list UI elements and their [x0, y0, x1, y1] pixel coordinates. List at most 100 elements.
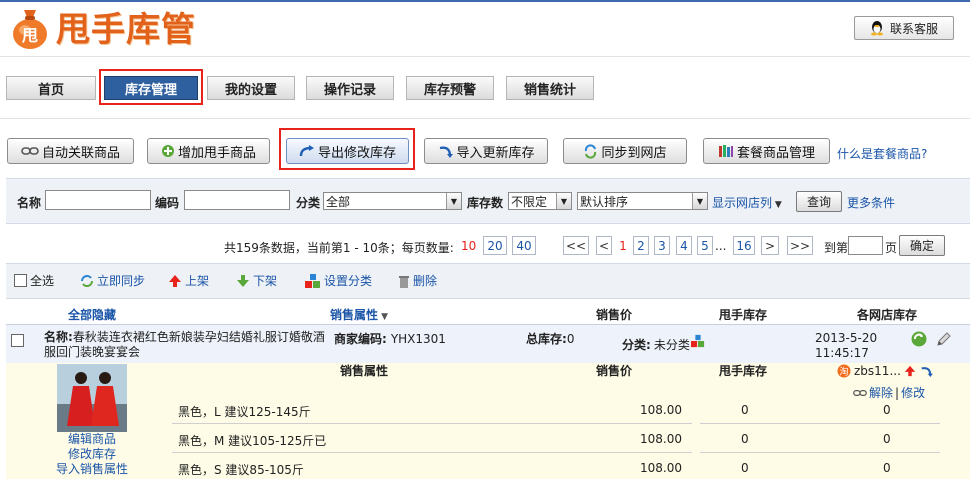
list-down-button[interactable]: 下架 — [236, 272, 277, 289]
list-down-label: 下架 — [253, 274, 278, 288]
tab-operation-log[interactable]: 操作记录 — [306, 76, 394, 100]
sort-select-value: 默认排序 — [580, 194, 629, 209]
page-size-current[interactable]: 10 — [461, 239, 476, 253]
variant-shop-stock: 0 — [883, 432, 891, 446]
tab-inventory-management[interactable]: 库存管理 — [104, 76, 198, 100]
variant-price: 108.00 — [640, 432, 682, 446]
chevron-down-icon: ▼ — [556, 193, 571, 209]
page-1-current[interactable]: 1 — [615, 236, 631, 255]
sync-now-button[interactable]: 立即同步 — [80, 272, 145, 289]
category-select[interactable]: 全部 ▼ — [323, 192, 462, 210]
page-5-link[interactable]: 5 — [697, 236, 713, 255]
goto-confirm-button[interactable]: 确定 — [899, 235, 945, 256]
product-code-label: 商家编码: — [334, 332, 387, 346]
sync-now-label: 立即同步 — [97, 274, 146, 288]
last-page-button[interactable]: >> — [787, 236, 813, 255]
attr-header-label: 销售属性 — [330, 308, 379, 322]
sync-shop-label: 同步到网店 — [601, 145, 667, 161]
goto-page-input[interactable] — [848, 236, 883, 255]
variant-divider — [700, 423, 940, 424]
select-all-checkbox[interactable] — [14, 274, 27, 287]
code-input[interactable] — [184, 190, 290, 210]
page-4-link[interactable]: 4 — [676, 236, 692, 255]
tab-stats-label: 销售统计 — [523, 82, 576, 98]
product-category-block: 分类: 未分类 — [622, 334, 705, 353]
select-all-toggle[interactable]: 全选 — [14, 272, 54, 289]
category-edit-icon[interactable] — [690, 334, 705, 348]
prev-page-button[interactable]: < — [596, 236, 612, 255]
page-3-link[interactable]: 3 — [654, 236, 670, 255]
logo-bag-char: 甩 — [21, 26, 38, 45]
set-category-button[interactable]: 设置分类 — [305, 272, 372, 289]
import-update-stock-button[interactable]: 导入更新库存 — [424, 138, 548, 164]
tab-home[interactable]: 首页 — [6, 76, 96, 100]
auto-link-products-button[interactable]: 自动关联商品 — [7, 138, 134, 164]
variant-attr: 黑色，M 建议105-125斤已 — [178, 434, 327, 448]
export-label: 导出修改库存 — [317, 145, 396, 161]
import-attr-link[interactable]: 导入销售属性 — [50, 462, 134, 477]
shop-name: zbs11... — [854, 364, 901, 378]
modify-link[interactable]: 修改 — [901, 384, 925, 401]
tab-sales-stats[interactable]: 销售统计 — [506, 76, 594, 100]
first-page-button[interactable]: << — [563, 236, 589, 255]
show-shop-columns-link[interactable]: 显示网店列 ▼ — [712, 194, 782, 211]
set-category-label: 设置分类 — [324, 274, 373, 288]
refresh-green-icon[interactable] — [911, 331, 927, 347]
bundle-products-button[interactable]: 套餐商品管理 — [703, 138, 830, 164]
category-label: 分类 — [296, 196, 321, 210]
caret-down-icon: ▼ — [772, 200, 782, 210]
what-is-bundle-link[interactable]: 什么是套餐商品? — [837, 145, 927, 162]
taobao-shop-icon: 淘 — [837, 364, 851, 378]
sort-by-attr-header[interactable]: 销售属性 ▼ — [330, 306, 388, 323]
product-category: 未分类 — [653, 338, 690, 352]
page-16-link[interactable]: 16 — [733, 236, 755, 255]
variant-attr: 黑色，S 建议85-105斤 — [178, 463, 304, 477]
query-button[interactable]: 查询 — [796, 191, 842, 212]
stock-select-value: 不限定 — [511, 194, 548, 209]
import-arrow-icon — [440, 146, 454, 158]
pencil-edit-icon[interactable] — [936, 331, 952, 347]
product-links: 编辑商品 修改库存 导入销售属性 — [50, 432, 134, 477]
next-page-button[interactable]: > — [761, 236, 779, 255]
money-bag-logo-icon: 甩 — [13, 10, 47, 49]
contact-support-button[interactable]: 联系客服 — [854, 16, 954, 40]
variant-stock: 0 — [741, 461, 749, 475]
stock-count-label: 库存数 — [467, 196, 504, 210]
brand-name: 甩手库管 — [56, 10, 196, 50]
sync-to-shop-button[interactable]: 同步到网店 — [563, 138, 687, 164]
page-size-40[interactable]: 40 — [512, 236, 536, 255]
add-green-icon — [161, 145, 174, 157]
page-unit-label: 页 — [885, 241, 898, 255]
shop-link-block: 淘 zbs11... — [837, 364, 933, 378]
sync-arrow-icon[interactable] — [919, 365, 933, 377]
page-2-link[interactable]: 2 — [633, 236, 649, 255]
export-modify-stock-button[interactable]: 导出修改库存 — [286, 138, 409, 164]
product-row-checkbox[interactable] — [11, 334, 24, 347]
tab-alert-label: 库存预警 — [423, 82, 476, 98]
page-size-20[interactable]: 20 — [483, 236, 507, 255]
more-conditions-link[interactable]: 更多条件 — [847, 194, 895, 211]
sub-attr-header: 销售属性 — [340, 364, 389, 378]
product-thumbnail[interactable] — [57, 364, 127, 432]
arrow-down-icon — [237, 274, 249, 287]
list-up-button[interactable]: 上架 — [168, 272, 209, 289]
product-category-label: 分类: — [622, 338, 651, 352]
name-input[interactable] — [45, 190, 151, 210]
sort-select[interactable]: 默认排序 ▼ — [577, 192, 708, 210]
edit-product-link[interactable]: 编辑商品 — [50, 432, 134, 447]
stock-count-select[interactable]: 不限定 ▼ — [508, 192, 572, 210]
tab-log-label: 操作记录 — [323, 82, 376, 98]
arrow-up-icon[interactable] — [904, 365, 916, 377]
add-product-button[interactable]: 增加甩手商品 — [147, 138, 270, 164]
delete-button[interactable]: 删除 — [398, 272, 437, 289]
hide-all-link[interactable]: 全部隐藏 — [68, 306, 116, 323]
unlink-link[interactable]: 解除 — [869, 384, 893, 401]
tab-home-label: 首页 — [37, 82, 64, 98]
product-code: YHX1301 — [390, 332, 446, 346]
chevron-down-icon: ▼ — [692, 193, 707, 209]
variant-shop-stock: 0 — [883, 461, 891, 475]
svg-text:淘: 淘 — [839, 366, 848, 378]
tab-stock-alert[interactable]: 库存预警 — [406, 76, 494, 100]
edit-stock-link[interactable]: 修改库存 — [50, 447, 134, 462]
tab-my-settings[interactable]: 我的设置 — [207, 76, 295, 100]
